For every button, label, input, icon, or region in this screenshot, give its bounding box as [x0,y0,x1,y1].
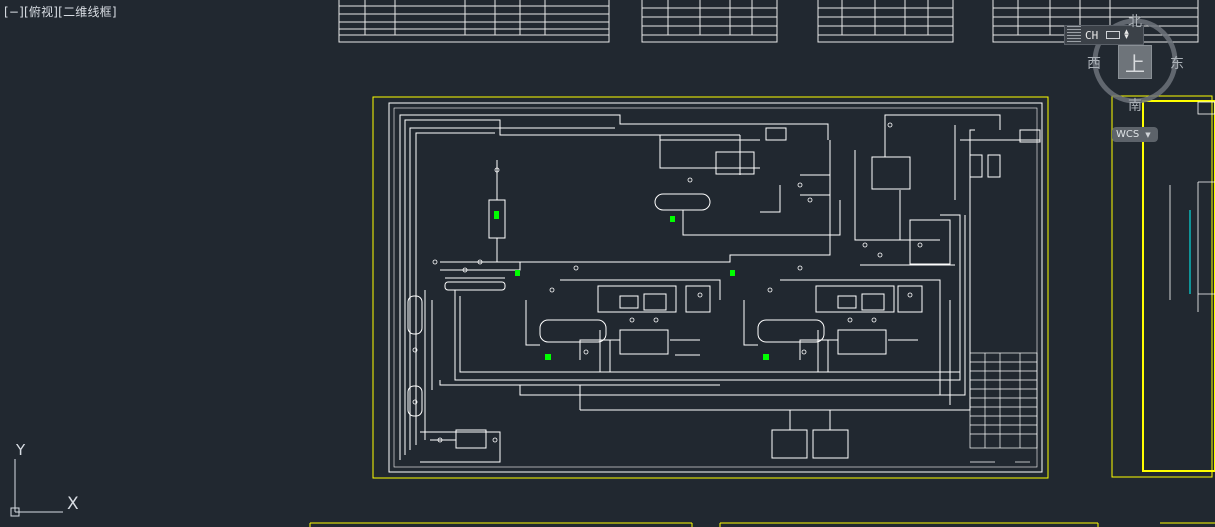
right-sheet-content [1169,101,1215,312]
right-sheet-border [1111,95,1213,478]
drag-handle-icon[interactable] [1067,26,1081,44]
viewcube-east[interactable]: 东 [1170,53,1184,73]
ime-language-indicator[interactable]: CH [1085,29,1098,42]
drawing-title-table [969,352,1038,463]
menu-icon[interactable]: ▴ ▾ [1124,28,1129,42]
keyboard-icon[interactable] [1106,31,1121,39]
chevron-down-icon: ▼ [1145,130,1151,139]
wcs-label: WCS [1116,129,1140,140]
right-sheet-frame [1142,100,1215,472]
viewcube-west[interactable]: 西 [1087,53,1101,73]
viewcube-north[interactable]: 北 [1128,11,1142,31]
sheet-top-2 [641,0,778,43]
wcs-menu-button[interactable]: WCS ▼ [1112,127,1158,142]
viewcube-south[interactable]: 南 [1128,95,1142,115]
model-space-canvas[interactable] [0,0,1215,527]
process-piping [399,114,1041,463]
sheet-top-3 [817,0,954,43]
ucs-icon [10,459,63,517]
sheet-top-1 [338,0,610,43]
viewcube-top-face[interactable]: 上 [1118,45,1152,79]
ucs-x-label: X [67,494,79,514]
viewport-controls-label[interactable]: [−][俯视][二维线框] [4,5,117,19]
ucs-y-label: Y [16,441,26,459]
